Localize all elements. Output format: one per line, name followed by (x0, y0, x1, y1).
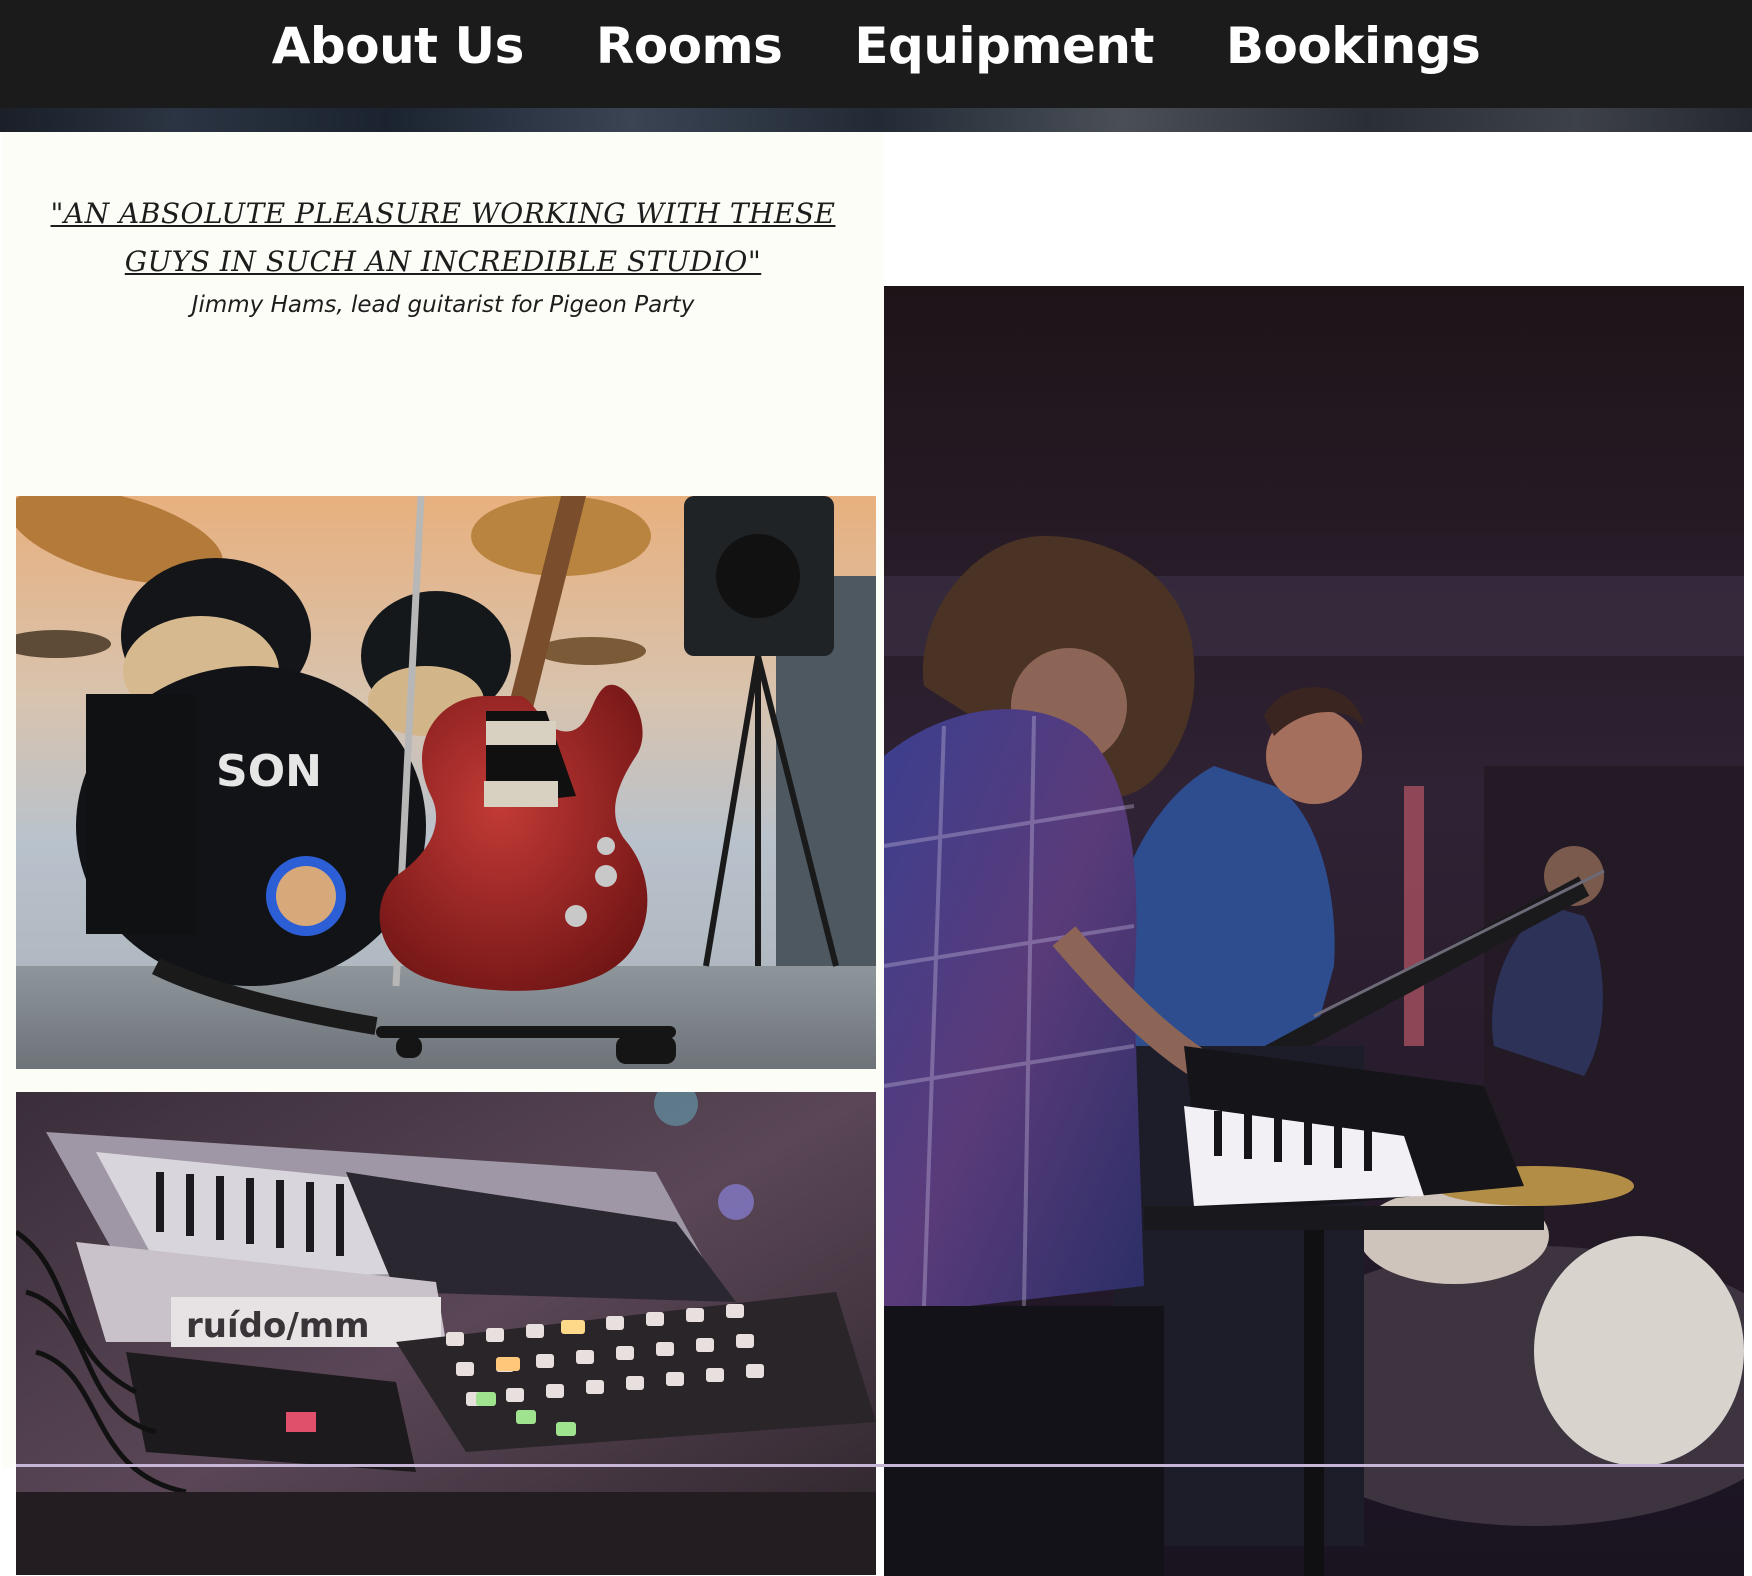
keys-label-text: ruído/mm (186, 1306, 370, 1346)
nav-menu: About Us Rooms Equipment Bookings (0, 0, 1752, 92)
nav-item-rooms: Rooms (596, 17, 783, 75)
testimonial-quote: "An absolute pleasure working with these… (50, 197, 836, 278)
nav-item-bookings: Bookings (1226, 17, 1481, 75)
band-performance-illustration (884, 286, 1744, 1576)
main-content: "An absolute pleasure working with these… (0, 132, 1752, 1576)
band-performance-photo (884, 286, 1744, 1576)
synth-keyboards-photo: ruído/mm (16, 1092, 876, 1575)
testimonial-attribution: Jimmy Hams, lead guitarist for Pigeon Pa… (191, 292, 695, 318)
hero-image-strip (0, 108, 1752, 132)
nav-link-rooms[interactable]: Rooms (596, 17, 783, 75)
top-navbar: About Us Rooms Equipment Bookings (0, 0, 1752, 108)
bottom-divider (16, 1464, 1744, 1467)
nav-link-equipment[interactable]: Equipment (854, 17, 1154, 75)
synth-keyboards-illustration: ruído/mm (16, 1092, 876, 1575)
guitar-drums-photo: SON (16, 496, 876, 1069)
nav-link-bookings[interactable]: Bookings (1226, 17, 1481, 75)
nav-item-about: About Us (272, 17, 525, 75)
nav-link-about-us[interactable]: About Us (272, 17, 525, 75)
guitar-drums-illustration: SON (16, 496, 876, 1069)
drum-brand-text: SON (216, 746, 322, 797)
nav-item-equipment: Equipment (854, 17, 1154, 75)
